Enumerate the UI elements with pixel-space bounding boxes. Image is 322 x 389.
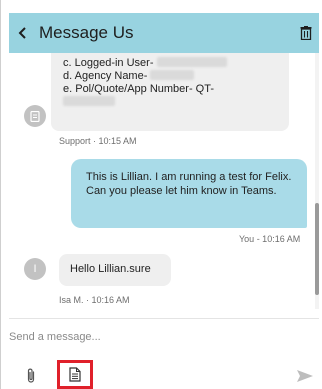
message-input[interactable]: [9, 327, 309, 347]
reply-message-text: Hello Lillian.sure: [70, 263, 151, 275]
redacted-text: [150, 70, 195, 80]
support-line-agency-name: d. Agency Name-: [63, 70, 289, 83]
support-message-timestamp: Support · 10:15 AM: [59, 136, 137, 146]
chat-window: Message Us c. Logged-in User- d. Agency …: [0, 0, 322, 389]
send-icon: [297, 370, 313, 382]
chat-header: Message Us: [9, 13, 319, 53]
reply-message-bubble: Hello Lillian.sure: [59, 254, 171, 286]
send-button[interactable]: [293, 367, 317, 385]
outgoing-message-bubble: This is Lillian. I am running a test for…: [71, 159, 307, 228]
document-icon: [69, 367, 81, 382]
redacted-text: [156, 57, 227, 67]
scrollbar-thumb[interactable]: [315, 203, 319, 295]
reply-message-timestamp: Isa M. · 10:16 AM: [59, 295, 130, 305]
support-message-bubble: c. Logged-in User- d. Agency Name- e. Po…: [51, 53, 289, 131]
support-line-redacted: [63, 96, 289, 109]
paperclip-icon: [27, 368, 35, 383]
chevron-left-icon: [18, 27, 26, 39]
attach-document-button[interactable]: [57, 360, 93, 389]
agent-avatar: I: [24, 258, 46, 280]
document-icon: [30, 110, 40, 122]
page-title: Message Us: [39, 23, 134, 42]
trash-icon: [300, 26, 312, 40]
delete-conversation-button[interactable]: [295, 21, 317, 45]
composer-divider: [9, 318, 319, 319]
attach-file-button[interactable]: [23, 365, 39, 385]
support-line-pol-quote-app: e. Pol/Quote/App Number- QT-: [63, 83, 215, 95]
redacted-text: [63, 96, 115, 106]
support-avatar: [24, 105, 46, 127]
outgoing-message-timestamp: You - 10:16 AM: [239, 234, 301, 244]
message-list[interactable]: c. Logged-in User- d. Agency Name- e. Po…: [9, 53, 315, 309]
support-line-logged-in-user: c. Logged-in User-: [63, 57, 289, 70]
message-list-scrollbar[interactable]: [315, 53, 319, 309]
back-button[interactable]: [9, 13, 37, 53]
outgoing-message-text: This is Lillian. I am running a test for…: [86, 171, 292, 197]
